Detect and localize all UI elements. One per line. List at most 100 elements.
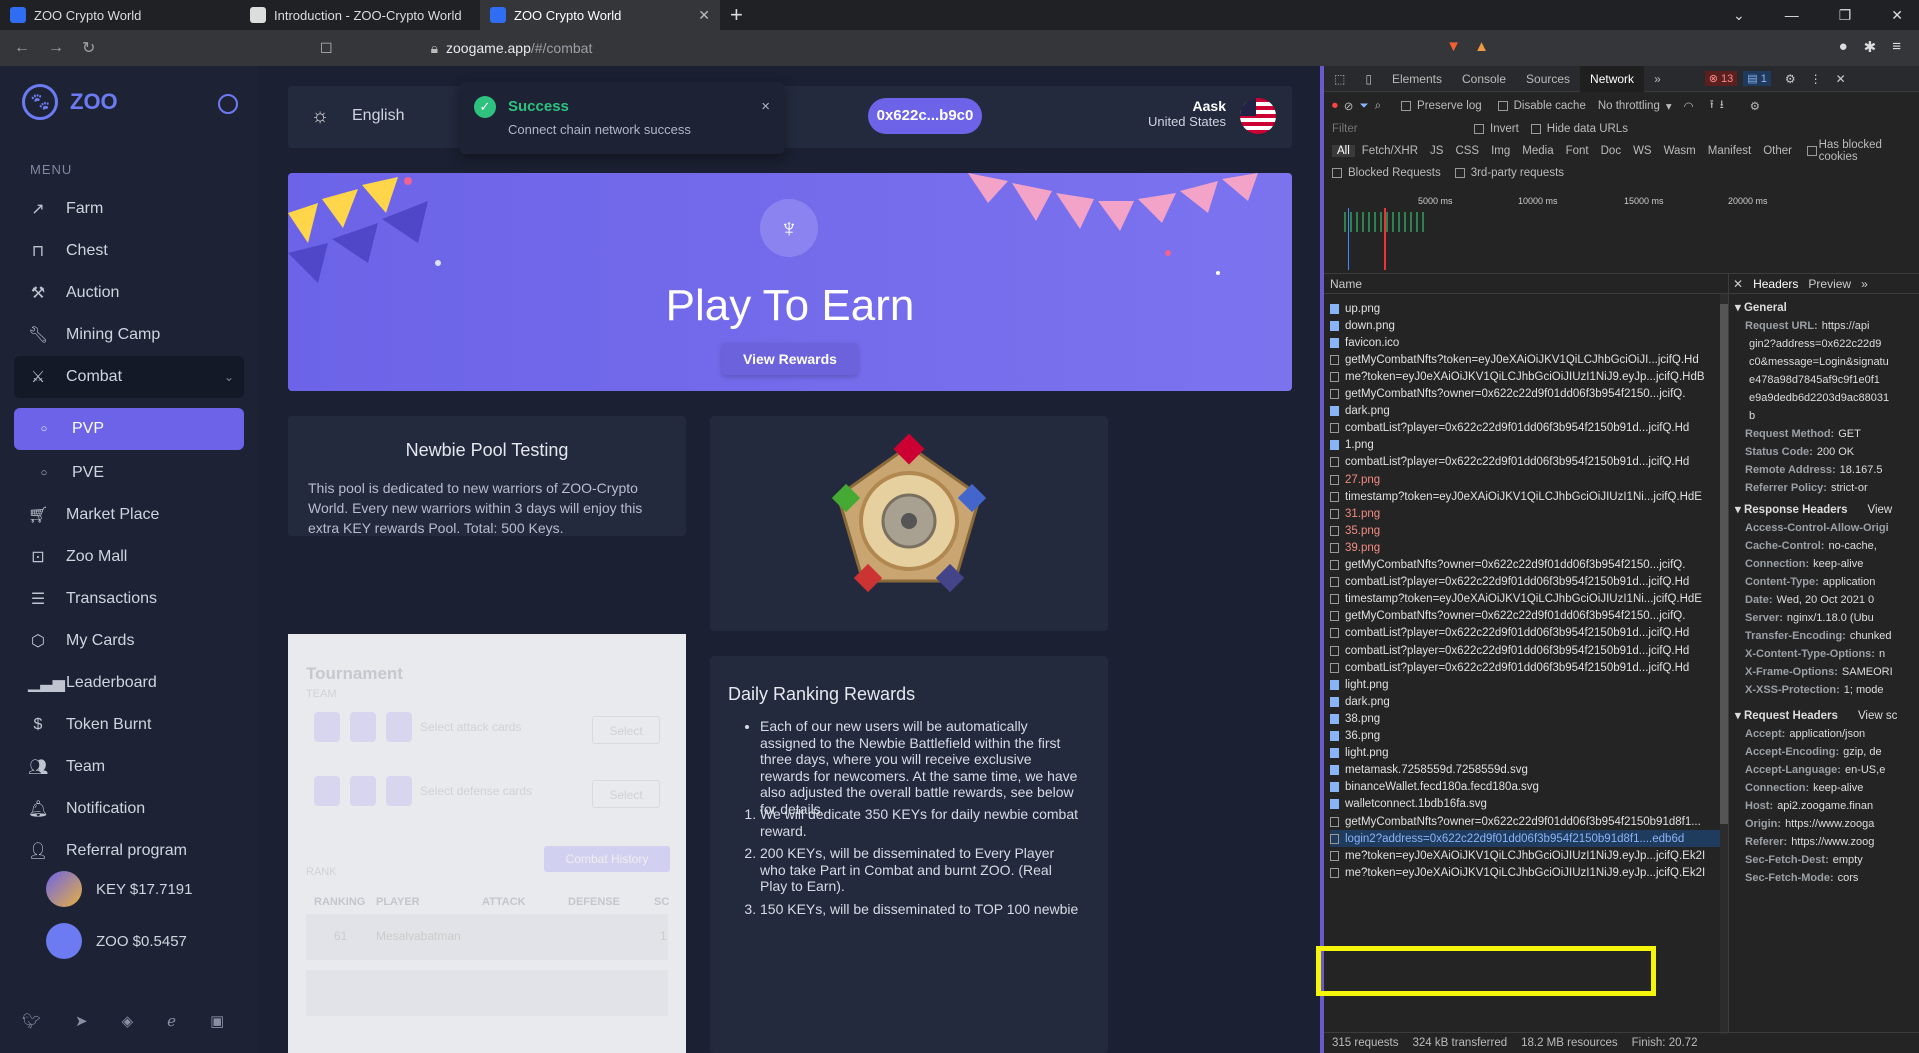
- kebab-menu-icon[interactable]: ⋮: [1810, 72, 1822, 86]
- filter-fetch-xhr[interactable]: Fetch/XHR: [1357, 145, 1423, 157]
- filter-other[interactable]: Other: [1758, 145, 1797, 157]
- more-tabs-icon[interactable]: »: [1644, 66, 1671, 92]
- address-bar[interactable]: ☐ 🔒︎ zoogame.app/#/combat: [320, 35, 1420, 61]
- import-icon[interactable]: ⭱: [1710, 97, 1714, 116]
- request-headers-section[interactable]: ▾ Request Headers View sc: [1735, 708, 1897, 722]
- request-row[interactable]: combatList?player=0x622c22d9f01dd06f3b95…: [1330, 659, 1722, 676]
- filter-media[interactable]: Media: [1517, 145, 1558, 157]
- browser-tab-active[interactable]: ZOO Crypto World ✕: [480, 0, 720, 30]
- select-attack-button[interactable]: Select: [592, 716, 660, 744]
- request-row[interactable]: combatList?player=0x622c22d9f01dd06f3b95…: [1330, 642, 1722, 659]
- minimize-icon[interactable]: —: [1785, 7, 1799, 23]
- filter-img[interactable]: Img: [1486, 145, 1515, 157]
- request-row[interactable]: metamask.7258559d.7258559d.svg: [1330, 762, 1722, 779]
- sidebar-item-notification[interactable]: 🔔︎ Notification: [14, 788, 244, 830]
- request-row[interactable]: getMyCombatNfts?owner=0x622c22d9f01dd06f…: [1330, 386, 1722, 403]
- tab-headers[interactable]: Headers: [1753, 277, 1798, 291]
- sidebar-item-zoo-mall[interactable]: ⊡ Zoo Mall: [14, 536, 244, 578]
- sidebar-item-transactions[interactable]: ☰ Transactions: [14, 578, 244, 620]
- throttling-select[interactable]: No throttling: [1598, 100, 1660, 112]
- filter-doc[interactable]: Doc: [1596, 145, 1626, 157]
- request-row[interactable]: combatList?player=0x622c22d9f01dd06f3b95…: [1330, 454, 1722, 471]
- tab-sources[interactable]: Sources: [1516, 66, 1580, 92]
- sidebar-item-mining-camp[interactable]: 🔧︎ Mining Camp: [14, 314, 244, 356]
- forward-icon[interactable]: →: [48, 39, 64, 57]
- export-icon[interactable]: ⭳: [1720, 97, 1724, 116]
- request-row[interactable]: 27.png: [1330, 471, 1722, 488]
- filter-ws[interactable]: WS: [1628, 145, 1657, 157]
- inspect-icon[interactable]: ⬚: [1324, 66, 1355, 92]
- request-row[interactable]: light.png: [1330, 745, 1722, 762]
- close-window-icon[interactable]: ✕: [1891, 7, 1903, 24]
- preserve-log-checkbox[interactable]: [1401, 101, 1412, 111]
- request-row[interactable]: 1.png: [1330, 437, 1722, 454]
- browser-tab[interactable]: Introduction - ZOO-Crypto World: [240, 0, 480, 30]
- request-row[interactable]: timestamp?token=eyJ0eXAiOiJKV1QiLCJhbGci…: [1330, 488, 1722, 505]
- more-detail-tabs-icon[interactable]: »: [1861, 277, 1868, 291]
- extensions-icon[interactable]: ✱: [1864, 38, 1877, 56]
- card-slot[interactable]: [350, 776, 376, 806]
- brave-shield-icon[interactable]: ▼: [1446, 38, 1461, 55]
- request-row[interactable]: 36.png: [1330, 728, 1722, 745]
- request-row[interactable]: getMyCombatNfts?owner=0x622c22d9f01dd06f…: [1330, 557, 1722, 574]
- sidebar-item-pve[interactable]: ○ PVE: [14, 452, 244, 494]
- request-row[interactable]: combatList?player=0x622c22d9f01dd06f3b95…: [1330, 420, 1722, 437]
- filter-all[interactable]: All: [1332, 145, 1355, 157]
- request-row[interactable]: me?token=eyJ0eXAiOiJKV1QiLCJhbGciOiJIUzI…: [1330, 847, 1722, 864]
- view-source-link[interactable]: View sc: [1858, 710, 1897, 722]
- sidebar-item-token-burnt[interactable]: $ Token Burnt: [14, 704, 244, 746]
- language-selector[interactable]: English: [352, 107, 404, 125]
- third-party-checkbox[interactable]: [1454, 168, 1465, 178]
- brand-logo[interactable]: 🐾︎ ZOO: [22, 84, 118, 120]
- request-list-scrollbar[interactable]: [1720, 294, 1728, 1034]
- request-row[interactable]: getMyCombatNfts?owner=0x622c22d9f01dd06f…: [1330, 813, 1722, 830]
- request-row[interactable]: light.png: [1330, 676, 1722, 693]
- request-row[interactable]: 31.png: [1330, 505, 1722, 522]
- tab-elements[interactable]: Elements: [1382, 66, 1452, 92]
- tab-search-icon[interactable]: ⌄: [1733, 7, 1745, 24]
- browser-tab[interactable]: ZOO Crypto World: [0, 0, 240, 30]
- search-icon[interactable]: ⌕: [1375, 100, 1381, 113]
- invert-checkbox[interactable]: [1474, 124, 1484, 134]
- sidebar-item-combat[interactable]: ⚔ Combat ⌄: [14, 356, 244, 398]
- filter-icon[interactable]: ⏷: [1359, 100, 1368, 113]
- close-details-icon[interactable]: ✕: [1733, 277, 1743, 291]
- request-row[interactable]: 35.png: [1330, 522, 1722, 539]
- blocked-requests-checkbox[interactable]: [1332, 168, 1342, 178]
- request-row[interactable]: walletconnect.1bdb16fa.svg: [1330, 796, 1722, 813]
- message-count-badge[interactable]: ▤ 1: [1743, 71, 1771, 86]
- sidebar-item-pvp[interactable]: ○ PVP: [14, 408, 244, 450]
- blocked-cookies-checkbox[interactable]: [1807, 146, 1817, 156]
- request-row[interactable]: login2?address=0x622c22d9f01dd06f3b954f2…: [1330, 830, 1722, 848]
- request-row[interactable]: dark.png: [1330, 693, 1722, 710]
- collapse-toggle-icon[interactable]: [218, 94, 238, 114]
- card-slot[interactable]: [386, 776, 412, 806]
- combat-history-button[interactable]: Combat History: [544, 846, 670, 872]
- card-slot[interactable]: [314, 712, 340, 742]
- filter-css[interactable]: CSS: [1450, 145, 1484, 157]
- request-row[interactable]: getMyCombatNfts?token=eyJ0eXAiOiJKV1QiLC…: [1330, 351, 1722, 368]
- card-slot[interactable]: [350, 712, 376, 742]
- tab-preview[interactable]: Preview: [1808, 277, 1851, 291]
- disable-cache-checkbox[interactable]: [1497, 101, 1508, 111]
- telegram-icon[interactable]: ➤: [75, 1012, 88, 1030]
- request-row[interactable]: 38.png: [1330, 710, 1722, 727]
- request-row[interactable]: combatList?player=0x622c22d9f01dd06f3b95…: [1330, 574, 1722, 591]
- profile-icon[interactable]: ●: [1839, 38, 1848, 56]
- network-settings-icon[interactable]: ⚙: [1750, 99, 1760, 113]
- request-row[interactable]: up.png: [1330, 300, 1722, 317]
- record-icon[interactable]: ⏺: [1332, 100, 1338, 113]
- request-row[interactable]: combatList?player=0x622c22d9f01dd06f3b95…: [1330, 625, 1722, 642]
- twitter-icon[interactable]: 🐦︎: [22, 1012, 41, 1030]
- request-row[interactable]: binanceWallet.fecd180a.fecd180a.svg: [1330, 779, 1722, 796]
- discord-icon[interactable]: ▣: [210, 1012, 224, 1030]
- network-timeline[interactable]: 5000 ms 10000 ms 15000 ms 20000 ms: [1324, 194, 1919, 274]
- hide-data-urls-checkbox[interactable]: [1530, 124, 1541, 134]
- view-rewards-button[interactable]: View Rewards: [722, 343, 858, 375]
- theme-toggle-icon[interactable]: ☼: [308, 105, 332, 129]
- restore-icon[interactable]: ❐: [1839, 7, 1852, 24]
- tab-console[interactable]: Console: [1452, 66, 1516, 92]
- sidebar-item-referral-program[interactable]: 👤︎ Referral program: [14, 830, 244, 872]
- general-section[interactable]: ▾ General: [1735, 300, 1787, 314]
- close-tab-icon[interactable]: ✕: [698, 7, 710, 24]
